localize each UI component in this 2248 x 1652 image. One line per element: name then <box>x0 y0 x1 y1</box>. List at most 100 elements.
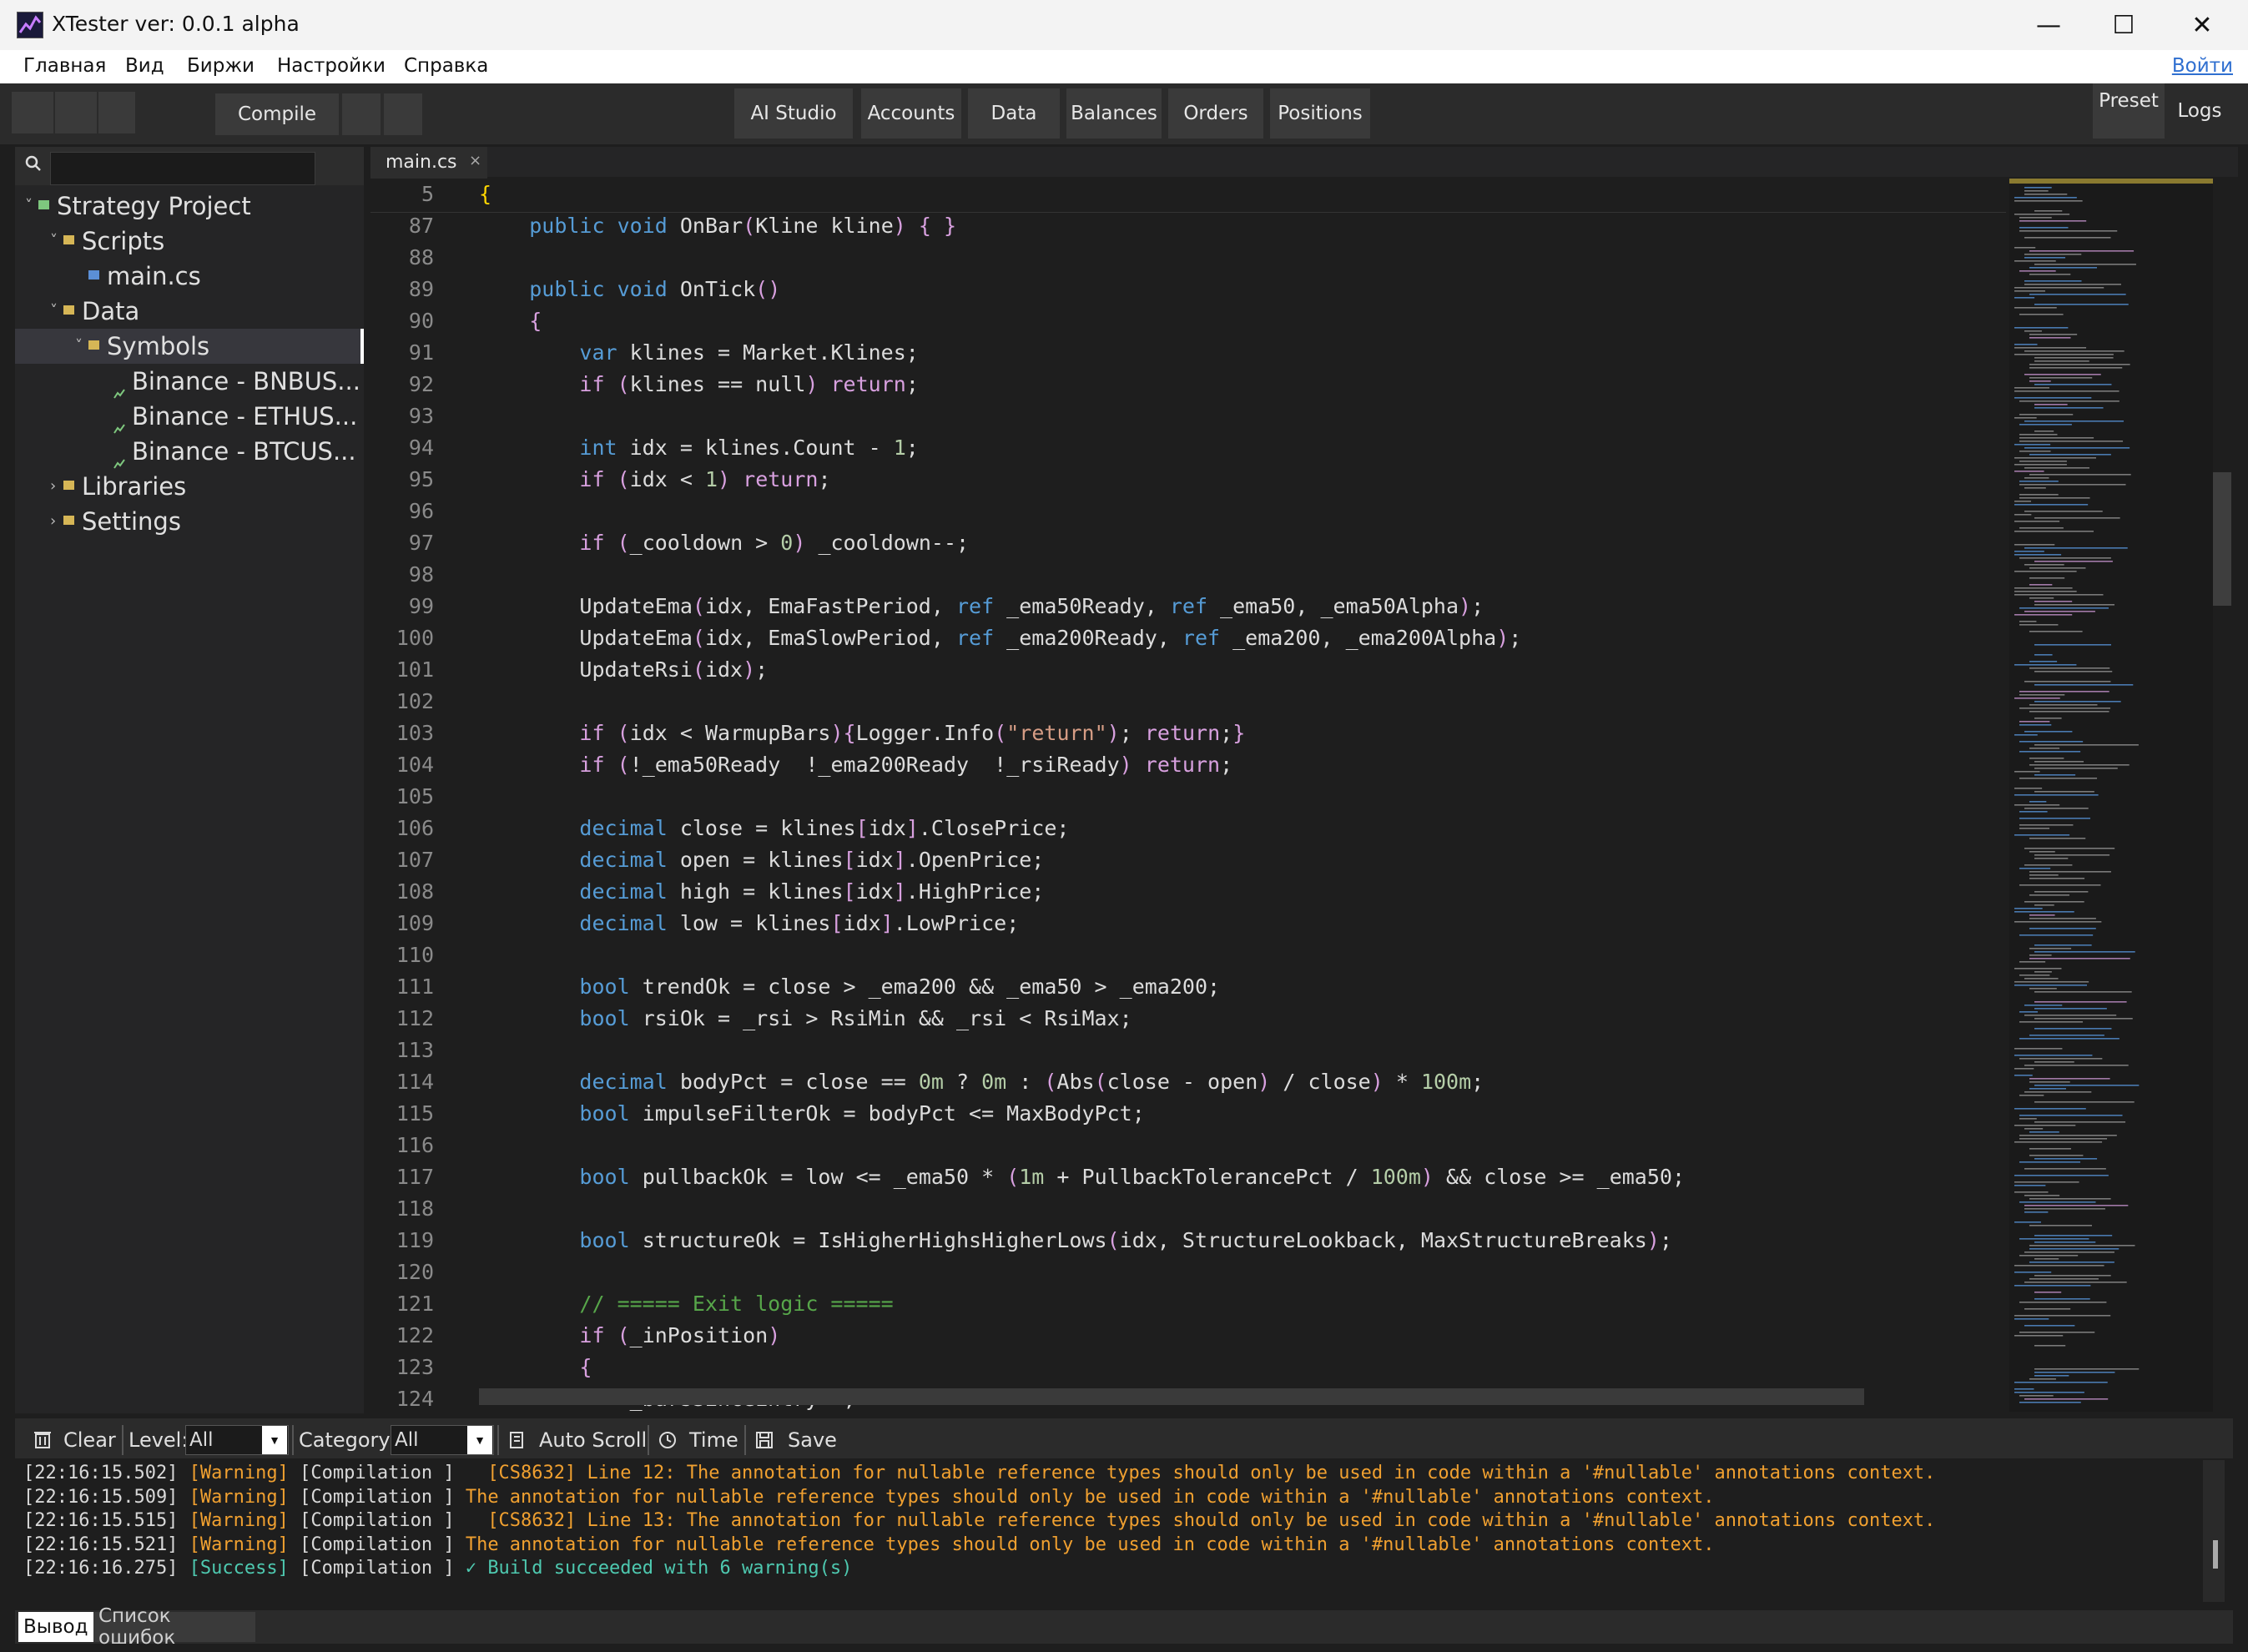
log-entry[interactable]: [22:16:15.509] [Warning] [Compilation ] … <box>23 1486 1715 1509</box>
code-line[interactable]: public void OnBar(Kline kline) { } <box>479 210 956 242</box>
tree-item[interactable]: ˅ Symbols <box>15 329 364 364</box>
toolbar-square-button-4[interactable] <box>342 93 381 135</box>
folder-icon <box>63 481 74 490</box>
code-line[interactable]: decimal close = klines[idx].ClosePrice; <box>479 813 1069 844</box>
save-icon[interactable] <box>754 1430 774 1450</box>
window-title: XTester ver: 0.0.1 alpha <box>52 12 300 36</box>
log-entry[interactable]: [22:16:16.275] [Success] [Compilation ] … <box>23 1557 852 1580</box>
time-toggle[interactable]: Time <box>689 1428 738 1452</box>
chevron-down-icon[interactable]: ˅ <box>25 189 33 224</box>
code-line[interactable]: if (_cooldown > 0) _cooldown--; <box>479 527 969 559</box>
tab-positions[interactable]: Positions <box>1270 88 1370 139</box>
code-line[interactable]: decimal low = klines[idx].LowPrice; <box>479 908 1019 939</box>
editor-scrollbar-thumb[interactable] <box>2213 472 2231 606</box>
code-line[interactable]: decimal bodyPct = close == 0m ? 0m : (Ab… <box>479 1066 1484 1098</box>
code-line[interactable]: if (klines == null) return; <box>479 369 918 400</box>
tree-item[interactable]: ˅ Data <box>15 294 364 329</box>
tree-item[interactable]: Binance - BNBUS... <box>15 364 364 399</box>
code-line[interactable]: decimal high = klines[idx].HighPrice; <box>479 876 1044 908</box>
code-line[interactable]: UpdateRsi(idx); <box>479 654 768 686</box>
tab-data[interactable]: Data <box>968 88 1060 139</box>
log-entry[interactable]: [22:16:15.515] [Warning] [Compilation ] … <box>23 1509 1935 1533</box>
tree-search-input[interactable] <box>50 152 315 185</box>
tree-item[interactable]: › Libraries <box>15 469 364 504</box>
chevron-down-icon[interactable]: ˅ <box>75 329 83 364</box>
log-entry[interactable]: [22:16:15.521] [Warning] [Compilation ] … <box>23 1534 1715 1557</box>
menu-item-help[interactable]: Справка <box>404 55 488 77</box>
tab-output[interactable]: Вывод <box>18 1612 98 1642</box>
output-scrollbar[interactable] <box>2203 1460 2225 1602</box>
code-line[interactable]: if (idx < WarmupBars){Logger.Info("retur… <box>479 718 1245 749</box>
trash-icon[interactable] <box>32 1428 53 1450</box>
code-line[interactable]: // ===== Exit logic ===== <box>479 1288 893 1320</box>
sticky-scroll-header <box>370 179 2006 213</box>
close-icon[interactable]: ✕ <box>2165 0 2240 50</box>
menu-item-settings[interactable]: Настройки <box>277 55 386 77</box>
code-line[interactable]: if (idx < 1) return; <box>479 464 830 496</box>
tree-item[interactable]: main.cs <box>15 259 364 294</box>
code-line[interactable]: if (_inPosition) <box>479 1320 780 1352</box>
line-number: 109 <box>396 911 434 935</box>
minimize-icon[interactable]: — <box>2011 0 2086 50</box>
clock-icon[interactable] <box>658 1430 678 1450</box>
code-line[interactable]: bool structureOk = IsHigherHighsHigherLo… <box>479 1225 1672 1257</box>
chevron-down-icon[interactable]: ˅ <box>50 294 58 329</box>
chevron-down-icon[interactable]: ▼ <box>262 1426 287 1454</box>
save-button[interactable]: Save <box>788 1428 837 1452</box>
login-link[interactable]: Войти <box>2172 55 2233 77</box>
toolbar-square-button-1[interactable] <box>12 92 53 133</box>
tab-ai-studio[interactable]: AI Studio <box>734 88 853 139</box>
toolbar-square-button-5[interactable] <box>384 93 422 135</box>
chevron-right-icon[interactable]: › <box>50 504 56 539</box>
chevron-right-icon[interactable]: › <box>50 469 56 504</box>
auto-scroll-toggle[interactable]: Auto Scroll <box>539 1428 647 1452</box>
logs-button[interactable]: Logs <box>2168 83 2231 139</box>
maximize-icon[interactable]: ☐ <box>2086 0 2161 50</box>
code-line[interactable]: if (!_ema50Ready !_ema200Ready !_rsiRead… <box>479 749 1232 781</box>
tree-item[interactable]: ˅ Strategy Project <box>15 189 364 224</box>
tab-balances[interactable]: Balances <box>1066 88 1162 139</box>
code-line[interactable]: { <box>479 305 542 337</box>
code-line[interactable]: decimal open = klines[idx].OpenPrice; <box>479 844 1044 876</box>
menu-item-exchanges[interactable]: Биржи <box>187 55 255 77</box>
line-number: 102 <box>396 689 434 713</box>
tree-item[interactable]: › Settings <box>15 504 364 539</box>
tab-error-list[interactable]: Список ошибок <box>93 1605 255 1649</box>
preset-button[interactable]: Preset <box>2093 83 2165 139</box>
tree-item[interactable]: ˅ Scripts <box>15 224 364 259</box>
toolbar-square-button-3[interactable] <box>98 92 135 133</box>
scroll-icon[interactable] <box>507 1430 527 1450</box>
clear-button[interactable]: Clear <box>63 1428 116 1452</box>
line-number: 116 <box>396 1133 434 1157</box>
menu-item-home[interactable]: Главная <box>23 55 106 77</box>
tree-item[interactable]: Binance - ETHUS... <box>15 399 364 434</box>
line-number: 103 <box>396 721 434 745</box>
editor-tab-main-cs[interactable]: main.cs × <box>370 147 487 179</box>
tab-accounts[interactable]: Accounts <box>861 88 961 139</box>
code-line[interactable]: UpdateEma(idx, EmaFastPeriod, ref _ema50… <box>479 591 1484 622</box>
code-line[interactable]: int idx = klines.Count - 1; <box>479 432 918 464</box>
toolbar-square-button-2[interactable] <box>55 92 97 133</box>
editor-vertical-scrollbar[interactable] <box>2213 179 2233 1412</box>
compile-button[interactable]: Compile <box>215 93 339 135</box>
code-line[interactable]: bool pullbackOk = low <= _ema50 * (1m + … <box>479 1161 1685 1193</box>
menu-item-view[interactable]: Вид <box>125 55 164 77</box>
code-line[interactable]: bool rsiOk = _rsi > RsiMin && _rsi < Rsi… <box>479 1003 1132 1035</box>
code-line[interactable]: { <box>479 1352 592 1383</box>
tab-close-icon[interactable]: × <box>469 152 481 169</box>
chart-symbol-icon <box>113 444 125 469</box>
chevron-down-icon[interactable]: ▼ <box>467 1426 492 1454</box>
code-line[interactable]: var klines = Market.Klines; <box>479 337 918 369</box>
output-scrollbar-thumb[interactable] <box>2213 1540 2218 1569</box>
code-minimap[interactable] <box>2009 179 2218 1412</box>
code-line[interactable]: UpdateEma(idx, EmaSlowPeriod, ref _ema20… <box>479 622 1521 654</box>
editor-horizontal-scrollbar[interactable] <box>479 1388 1864 1405</box>
code-line[interactable]: bool trendOk = close > _ema200 && _ema50… <box>479 971 1220 1003</box>
log-entry[interactable]: [22:16:15.502] [Warning] [Compilation ] … <box>23 1462 1935 1485</box>
code-line[interactable]: public void OnTick() <box>479 274 780 305</box>
tree-item[interactable]: Binance - BTCUS... <box>15 434 364 469</box>
chevron-down-icon[interactable]: ˅ <box>50 224 58 259</box>
tab-orders[interactable]: Orders <box>1168 88 1263 139</box>
code-line[interactable]: bool impulseFilterOk = bodyPct <= MaxBod… <box>479 1098 1144 1130</box>
folder-icon <box>63 235 74 244</box>
